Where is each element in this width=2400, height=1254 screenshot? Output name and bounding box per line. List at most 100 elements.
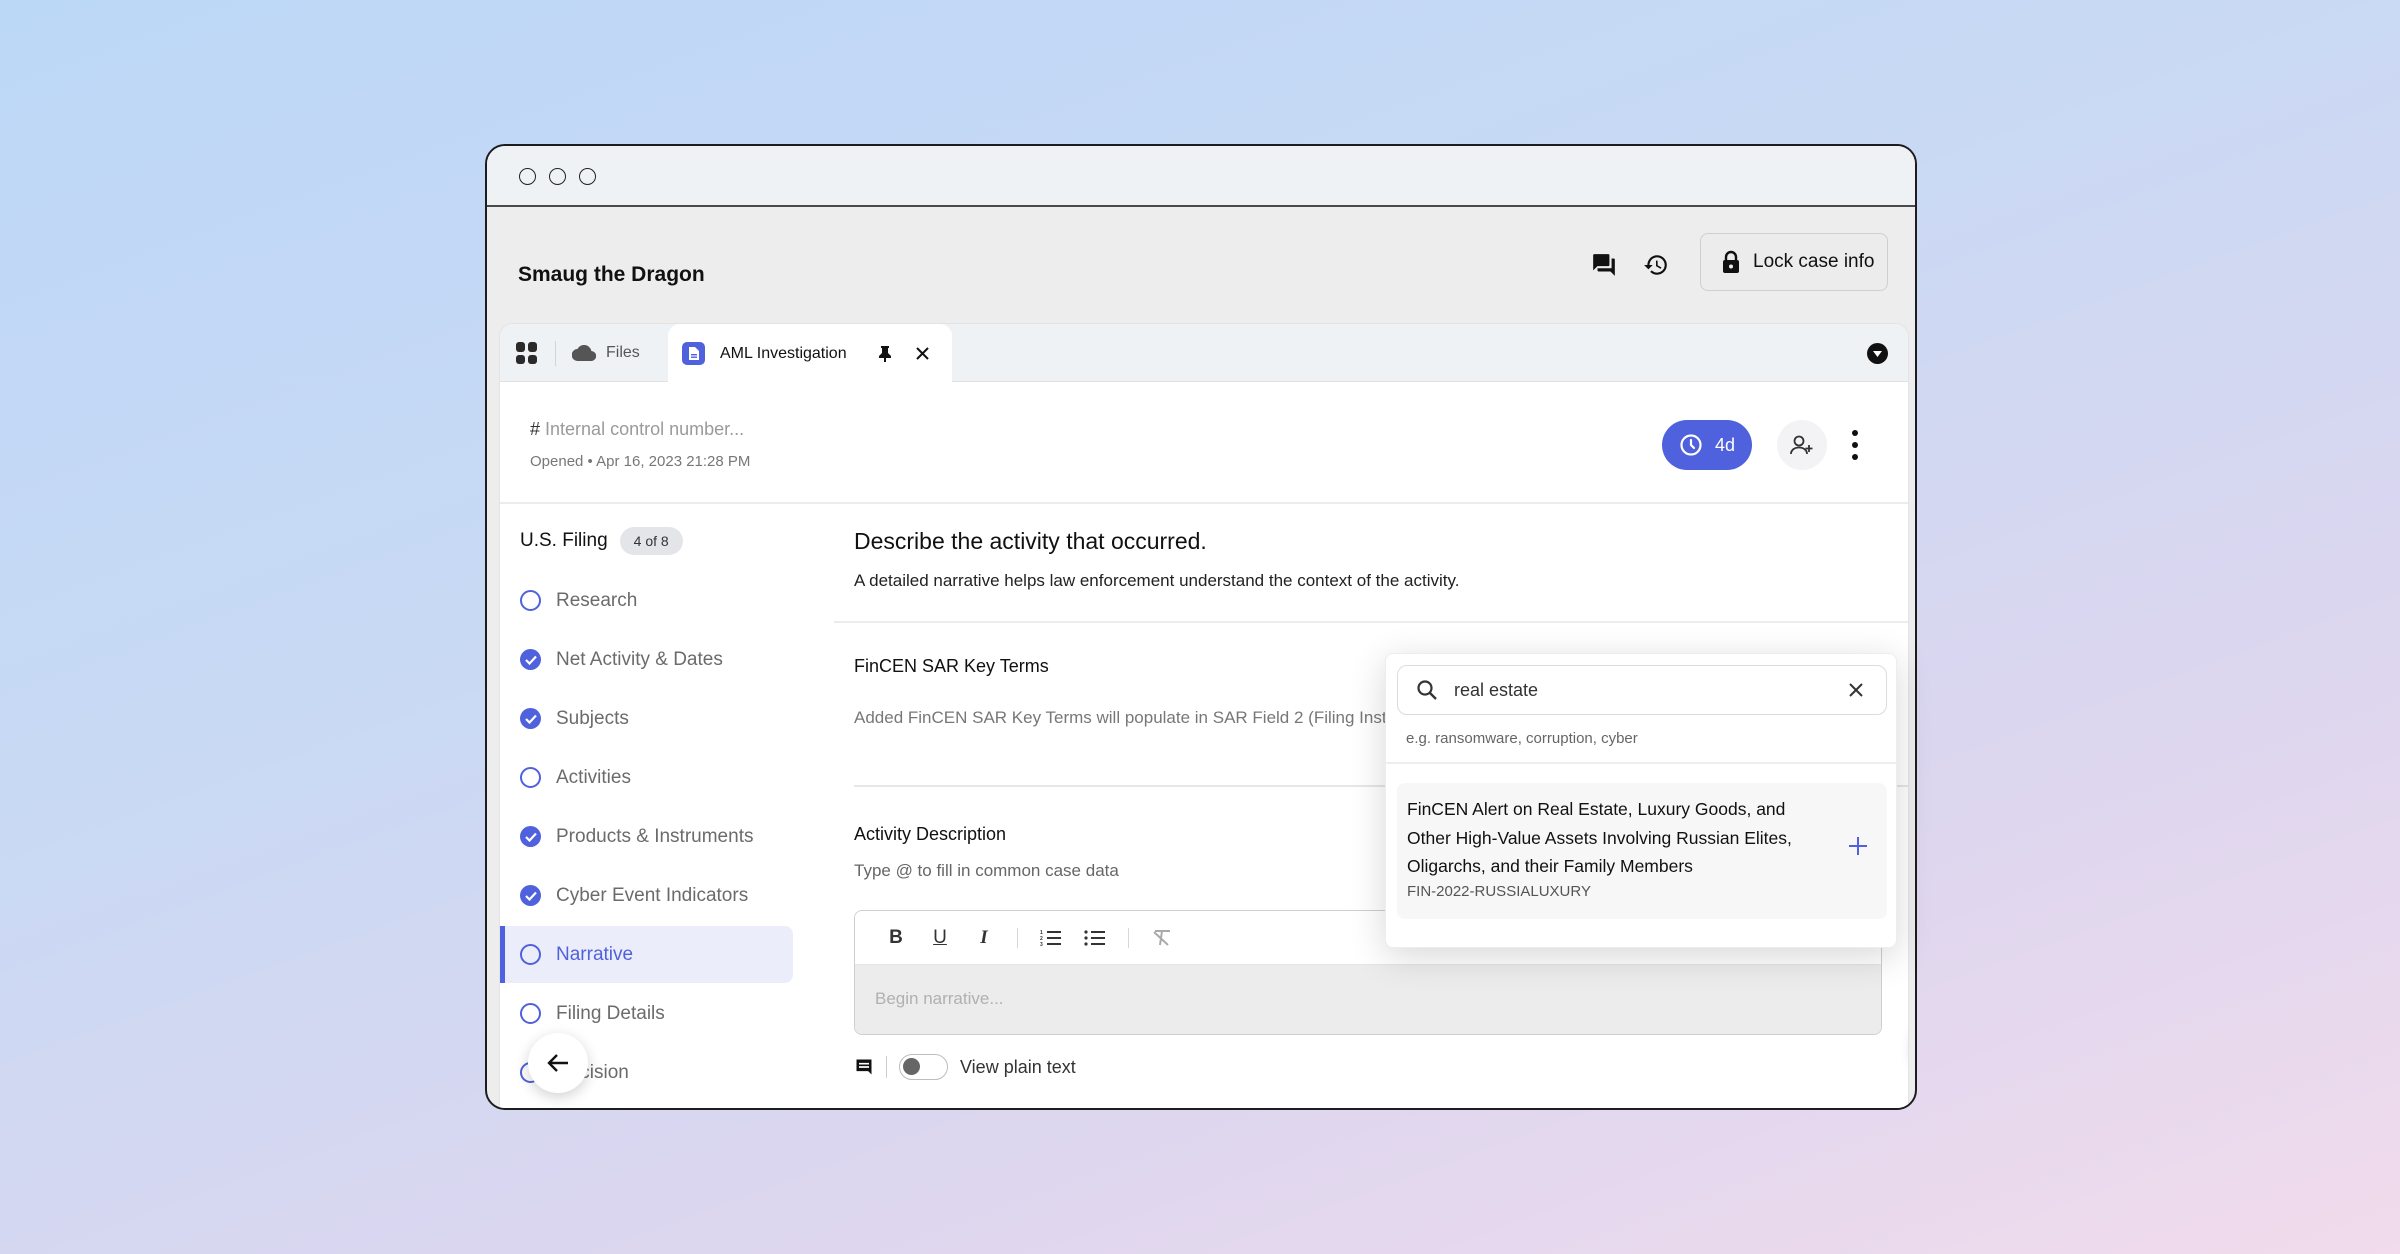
control-number-placeholder: Internal control number...	[545, 419, 745, 439]
clock-icon	[1680, 434, 1702, 456]
plain-text-label: View plain text	[960, 1056, 1076, 1077]
check-circle-icon	[520, 826, 541, 847]
tab-files-label: Files	[606, 344, 640, 361]
numbered-list-icon: 123	[1040, 930, 1061, 947]
clear-formatting-button[interactable]	[1151, 927, 1173, 949]
key-terms-search[interactable]	[1397, 665, 1887, 715]
case-title: Smaug the Dragon	[518, 263, 705, 286]
document-icon	[682, 342, 705, 365]
lock-case-info-label: Lock case info	[1753, 251, 1875, 272]
pin-icon[interactable]	[878, 345, 892, 362]
sidebar-item-research[interactable]: Research	[500, 572, 793, 629]
bold-button[interactable]: B	[885, 927, 907, 949]
sidebar-item-label: Cyber Event Indicators	[556, 884, 749, 906]
editor-footer: View plain text	[854, 1054, 1076, 1080]
footer-divider	[886, 1056, 887, 1078]
check-circle-icon	[520, 708, 541, 729]
add-user-icon	[1790, 435, 1813, 455]
clear-formatting-icon	[1153, 929, 1170, 946]
empty-circle-icon	[520, 1003, 541, 1024]
comment-icon[interactable]	[854, 1057, 874, 1077]
sidebar-item-cyber-event-indicators[interactable]: Cyber Event Indicators	[500, 867, 793, 924]
sidebar-item-label: Research	[556, 589, 638, 611]
tab-files[interactable]: Files	[572, 324, 640, 382]
filing-steps-sidebar: U.S. Filing 4 of 8 Research Net Activity …	[500, 504, 800, 1108]
sidebar-item-net-activity-dates[interactable]: Net Activity & Dates	[500, 631, 793, 688]
key-term-result-title: FinCEN Alert on Real Estate, Luxury Good…	[1407, 799, 1792, 877]
sidebar-item-label: Narrative	[556, 943, 634, 965]
sidebar-item-label: Filing Details	[556, 1002, 665, 1024]
key-term-result[interactable]: FinCEN Alert on Real Estate, Luxury Good…	[1397, 783, 1887, 919]
sidebar-item-subjects[interactable]: Subjects	[500, 690, 793, 747]
activity-description-title: Activity Description	[854, 824, 1007, 844]
check-circle-icon	[520, 885, 541, 906]
progress-badge: 4 of 8	[619, 527, 683, 555]
key-terms-title: FinCEN SAR Key Terms	[854, 656, 1049, 676]
bulleted-list-button[interactable]	[1084, 927, 1106, 949]
close-tab-icon[interactable]	[915, 346, 930, 361]
more-options-icon[interactable]	[1850, 430, 1860, 460]
toolbar-divider	[1017, 927, 1018, 948]
window-titlebar	[487, 146, 1915, 207]
arrow-left-icon	[547, 1054, 568, 1072]
app-window: Smaug the Dragon Lock case info Files AM…	[485, 144, 1917, 1110]
question-title: Describe the activity that occurred.	[854, 528, 1207, 554]
key-terms-description: Added FinCEN SAR Key Terms will populate…	[854, 708, 1414, 727]
key-terms-search-hint: e.g. ransomware, corruption, cyber	[1406, 730, 1638, 747]
tab-divider	[555, 341, 556, 366]
svg-text:3: 3	[1040, 942, 1043, 947]
sidebar-item-activities[interactable]: Activities	[500, 749, 793, 806]
assign-user-button[interactable]	[1777, 420, 1827, 470]
check-circle-icon	[520, 649, 541, 670]
lock-case-info-button[interactable]: Lock case info	[1700, 233, 1888, 291]
sidebar-item-filing-details[interactable]: Filing Details	[500, 985, 793, 1042]
back-button[interactable]	[528, 1033, 588, 1093]
empty-circle-icon	[520, 590, 541, 611]
divider	[834, 621, 1908, 623]
search-icon	[1417, 680, 1437, 700]
empty-circle-icon	[520, 767, 541, 788]
control-number-field[interactable]: # Internal control number...	[530, 419, 744, 440]
comments-icon[interactable]	[1589, 250, 1619, 280]
history-icon[interactable]	[1641, 250, 1671, 280]
sidebar-item-products-instruments[interactable]: Products & Instruments	[500, 808, 793, 865]
window-minimize-button[interactable]	[549, 168, 566, 185]
underline-button[interactable]: U	[929, 927, 951, 949]
activity-description-hint: Type @ to fill in common case data	[854, 861, 1119, 880]
hash-prefix: #	[530, 419, 541, 439]
window-close-button[interactable]	[519, 168, 536, 185]
apps-grid-icon[interactable]	[516, 342, 538, 364]
question-subtitle: A detailed narrative helps law enforceme…	[854, 571, 1460, 590]
sidebar-item-label: Subjects	[556, 707, 629, 729]
chevron-down-circle-icon[interactable]	[1867, 343, 1888, 364]
case-timer-label: 4d	[1714, 434, 1736, 455]
tab-aml-investigation-label: AML Investigation	[720, 344, 847, 362]
key-terms-dropdown: e.g. ransomware, corruption, cyber FinCE…	[1385, 653, 1897, 948]
numbered-list-button[interactable]: 123	[1040, 927, 1062, 949]
toolbar-divider	[1128, 927, 1129, 948]
bulleted-list-icon	[1084, 929, 1105, 946]
sidebar-item-label: Products & Instruments	[556, 825, 754, 847]
key-terms-search-input[interactable]	[1454, 679, 1814, 701]
opened-date: Opened • Apr 16, 2023 21:28 PM	[530, 453, 751, 470]
filing-steps-title: U.S. Filing 4 of 8	[520, 527, 683, 555]
sidebar-item-label: Net Activity & Dates	[556, 648, 723, 670]
case-header: # Internal control number... Opened • Ap…	[500, 382, 1908, 504]
window-maximize-button[interactable]	[579, 168, 596, 185]
narrative-input[interactable]: Begin narrative...	[855, 965, 1881, 1034]
plain-text-toggle[interactable]	[899, 1054, 948, 1080]
sidebar-item-label: Activities	[556, 766, 631, 788]
divider	[1386, 762, 1896, 764]
sidebar-item-narrative[interactable]: Narrative	[500, 926, 793, 983]
italic-button[interactable]: I	[973, 927, 995, 949]
cloud-icon	[572, 345, 596, 361]
sidebar-title: U.S. Filing	[520, 530, 608, 551]
key-term-result-code: FIN-2022-RUSSIALUXURY	[1407, 883, 1591, 900]
app-header: Smaug the Dragon Lock case info	[487, 207, 1915, 323]
case-timer-badge[interactable]: 4d	[1662, 420, 1752, 470]
tab-aml-investigation[interactable]: AML Investigation	[668, 324, 952, 383]
add-key-term-icon[interactable]	[1847, 835, 1869, 857]
lock-icon	[1723, 250, 1739, 273]
empty-circle-icon	[520, 944, 541, 965]
clear-search-icon[interactable]	[1846, 680, 1866, 700]
